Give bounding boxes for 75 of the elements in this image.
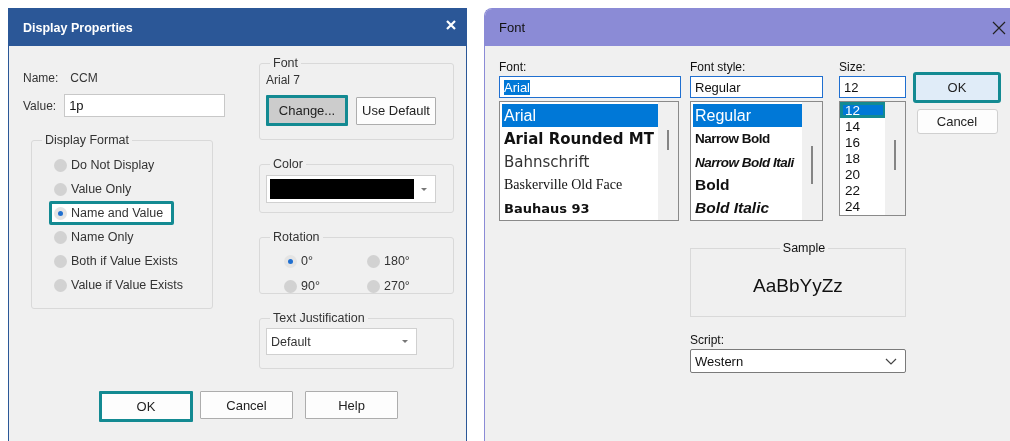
size-list-item[interactable]: 18: [840, 150, 885, 166]
size-field[interactable]: 12: [839, 76, 906, 98]
chevron-down-icon: [885, 357, 897, 365]
group-title: Text Justification: [272, 311, 366, 325]
radio-button[interactable]: [284, 279, 297, 293]
scrollbar-thumb[interactable]: [811, 146, 813, 184]
current-font: Arial 7: [266, 73, 301, 87]
group-title: Font: [272, 56, 299, 70]
caret-icon: [421, 187, 427, 191]
font-label: Font:: [499, 60, 528, 74]
radio-option[interactable]: Do Not Display: [49, 153, 166, 177]
radio-option[interactable]: 270°: [362, 275, 421, 297]
group-title: Rotation: [272, 230, 321, 244]
radio-button[interactable]: [54, 254, 67, 268]
radio-option[interactable]: Value Only: [49, 177, 143, 201]
scrollbar-thumb[interactable]: [667, 130, 669, 150]
change-button[interactable]: Change...: [266, 95, 348, 126]
font-style-item[interactable]: Regular: [693, 104, 802, 128]
radio-button[interactable]: [367, 254, 380, 268]
radio-button[interactable]: [54, 206, 67, 220]
size-list-item[interactable]: 16: [840, 134, 885, 150]
font-style-label: Font style:: [690, 60, 747, 74]
help-button[interactable]: Help: [305, 391, 398, 419]
radio-option[interactable]: Both if Value Exists: [49, 249, 189, 273]
radio-option[interactable]: 180°: [362, 250, 421, 272]
font-style-item[interactable]: Bold Italic: [693, 196, 802, 220]
caret-icon: [402, 340, 408, 343]
value-field[interactable]: 1p: [64, 94, 226, 117]
font-list-item[interactable]: Bahnschrift: [502, 150, 658, 174]
size-list-item[interactable]: 14: [840, 118, 885, 134]
font-list-item[interactable]: Baskerville Old Face: [502, 173, 658, 197]
scrollbar-thumb[interactable]: [894, 140, 896, 170]
size-list-item[interactable]: 12: [840, 102, 885, 118]
color-dropdown[interactable]: [266, 175, 436, 203]
radio-button[interactable]: [54, 158, 67, 172]
name-label: Name:: [23, 71, 59, 85]
value-label: Value:: [23, 98, 57, 113]
cancel-button[interactable]: Cancel: [916, 109, 998, 134]
script-label: Script:: [690, 333, 725, 347]
use-default-button[interactable]: Use Default: [356, 96, 436, 125]
font-style-item[interactable]: Narrow Bold: [693, 127, 802, 151]
size-list-item[interactable]: 24: [840, 198, 885, 214]
radio-button[interactable]: [367, 279, 380, 293]
radio-button[interactable]: [54, 182, 67, 196]
sample-text: AaBbYyZz: [753, 275, 843, 297]
radio-option[interactable]: Name and Value: [49, 201, 175, 225]
radio-option[interactable]: 0°: [279, 250, 324, 272]
ok-button[interactable]: OK: [99, 391, 193, 422]
justification-dropdown[interactable]: Default: [266, 328, 417, 355]
size-label: Size:: [839, 60, 867, 74]
cancel-button[interactable]: Cancel: [200, 391, 293, 419]
font-list-item[interactable]: Arial Rounded MT: [502, 127, 658, 151]
group-title: Color: [272, 157, 304, 171]
font-field[interactable]: Arial: [499, 76, 681, 98]
name-value: CCM: [70, 71, 98, 85]
radio-button[interactable]: [54, 230, 67, 244]
radio-button[interactable]: [284, 254, 297, 268]
radio-option[interactable]: 90°: [279, 275, 331, 297]
close-icon[interactable]: [992, 20, 1006, 35]
group-title: Display Format: [44, 133, 131, 147]
window-title: Font: [499, 20, 525, 35]
radio-option[interactable]: Value if Value Exists: [49, 273, 195, 297]
font-list-item[interactable]: Arial: [502, 104, 658, 128]
group-title: Sample: [781, 241, 827, 255]
font-style-field[interactable]: Regular: [690, 76, 823, 98]
ok-button[interactable]: OK: [913, 72, 1001, 103]
font-style-item[interactable]: Bold: [693, 173, 802, 197]
window-title: Display Properties: [23, 20, 133, 35]
script-dropdown[interactable]: Western: [690, 349, 906, 373]
radio-button[interactable]: [54, 278, 67, 292]
font-style-item[interactable]: Narrow Bold Itali: [693, 150, 802, 174]
size-list-item[interactable]: 20: [840, 166, 885, 182]
radio-option[interactable]: Name Only: [49, 225, 145, 249]
size-list-item[interactable]: 22: [840, 182, 885, 198]
font-list-item[interactable]: Bauhaus 93: [502, 196, 658, 220]
